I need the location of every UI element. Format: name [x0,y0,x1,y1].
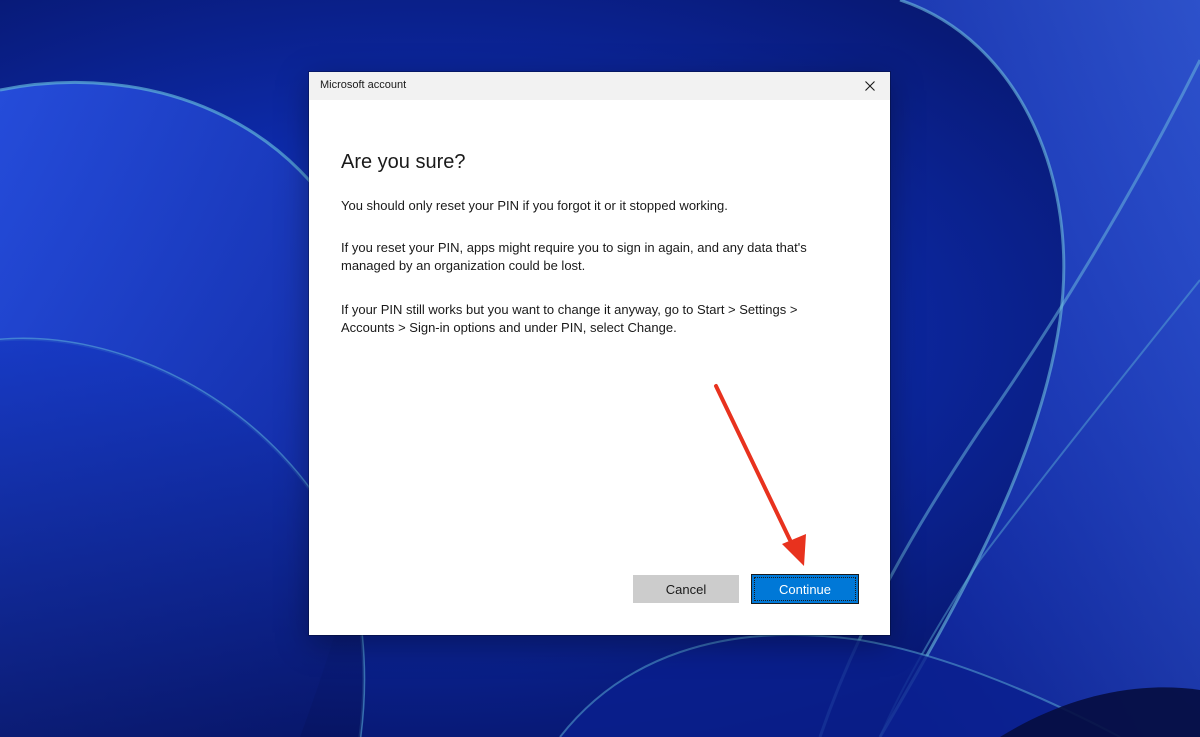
dialog-titlebar: Microsoft account [309,72,890,100]
continue-button[interactable]: Continue [752,575,858,603]
cancel-button[interactable]: Cancel [633,575,739,603]
close-button[interactable] [850,72,890,100]
window-title: Microsoft account [320,79,407,91]
dialog-heading: Are you sure? [341,151,466,173]
info-paragraph-2: If you reset your PIN, apps might requir… [341,240,807,273]
info-paragraph-3: If your PIN still works but you want to … [341,302,798,335]
microsoft-account-dialog: Microsoft account Are you sure? You shou… [309,72,890,635]
info-paragraph-1: You should only reset your PIN if you fo… [341,198,728,213]
close-icon [865,81,875,91]
